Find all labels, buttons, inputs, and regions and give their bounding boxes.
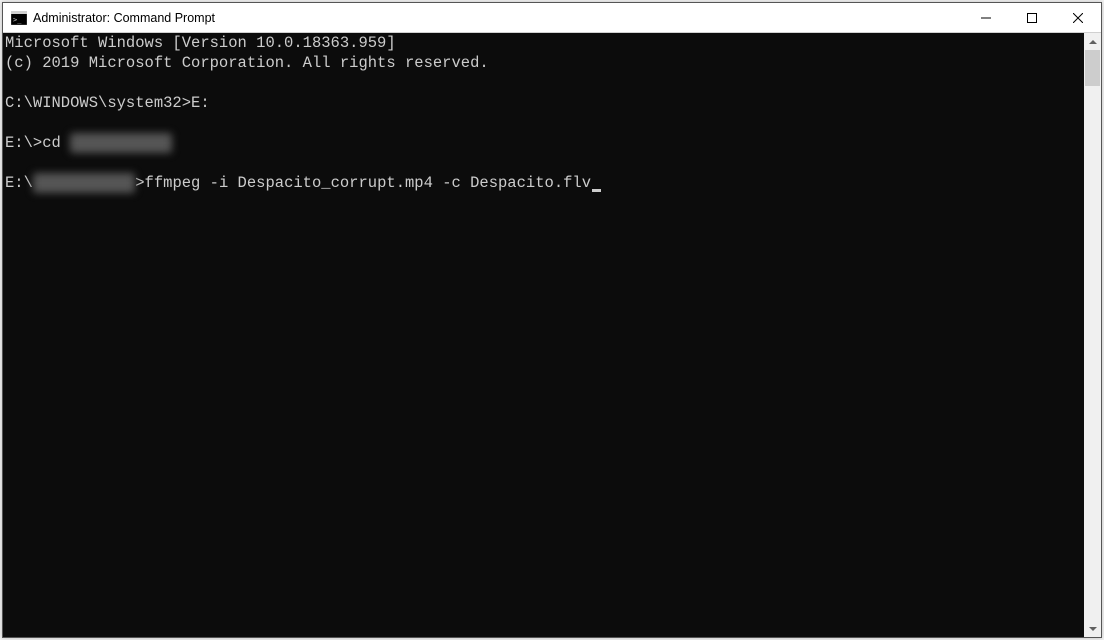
minimize-button[interactable] — [963, 3, 1009, 32]
redacted-text: Video Songs — [70, 133, 172, 153]
svg-text:>_: >_ — [13, 16, 22, 24]
close-button[interactable] — [1055, 3, 1101, 32]
prompt-line-2: E:\>cd Video Songs — [5, 133, 1082, 153]
command-3: ffmpeg -i Despacito_corrupt.mp4 -c Despa… — [145, 174, 591, 192]
prompt-3-pre: E:\ — [5, 174, 33, 192]
prompt-2: E:\> — [5, 134, 42, 152]
scrollbar-thumb[interactable] — [1085, 50, 1100, 86]
command-prompt-window: >_ Administrator: Command Prompt Microso… — [2, 2, 1102, 638]
vertical-scrollbar[interactable] — [1084, 33, 1101, 637]
redacted-text: Video Songs — [33, 173, 135, 193]
window-title: Administrator: Command Prompt — [33, 11, 963, 25]
command-1: E: — [191, 94, 210, 112]
maximize-button[interactable] — [1009, 3, 1055, 32]
copyright-line: (c) 2019 Microsoft Corporation. All righ… — [5, 53, 1082, 73]
window-controls — [963, 3, 1101, 32]
cmd-icon: >_ — [11, 11, 27, 25]
chevron-up-icon — [1089, 40, 1097, 44]
prompt-line-1: C:\WINDOWS\system32>E: — [5, 93, 1082, 113]
command-2-pre: cd — [42, 134, 70, 152]
chevron-down-icon — [1089, 627, 1097, 631]
prompt-1: C:\WINDOWS\system32> — [5, 94, 191, 112]
prompt-3-post: > — [135, 174, 144, 192]
version-line: Microsoft Windows [Version 10.0.18363.95… — [5, 33, 1082, 53]
cursor-icon — [592, 189, 601, 192]
scroll-up-button[interactable] — [1084, 33, 1101, 50]
scrollbar-track[interactable] — [1084, 50, 1101, 620]
prompt-line-3: E:\Video Songs>ffmpeg -i Despacito_corru… — [5, 173, 1082, 193]
scroll-down-button[interactable] — [1084, 620, 1101, 637]
titlebar[interactable]: >_ Administrator: Command Prompt — [3, 3, 1101, 33]
client-area: Microsoft Windows [Version 10.0.18363.95… — [3, 33, 1101, 637]
terminal-output[interactable]: Microsoft Windows [Version 10.0.18363.95… — [3, 33, 1084, 637]
